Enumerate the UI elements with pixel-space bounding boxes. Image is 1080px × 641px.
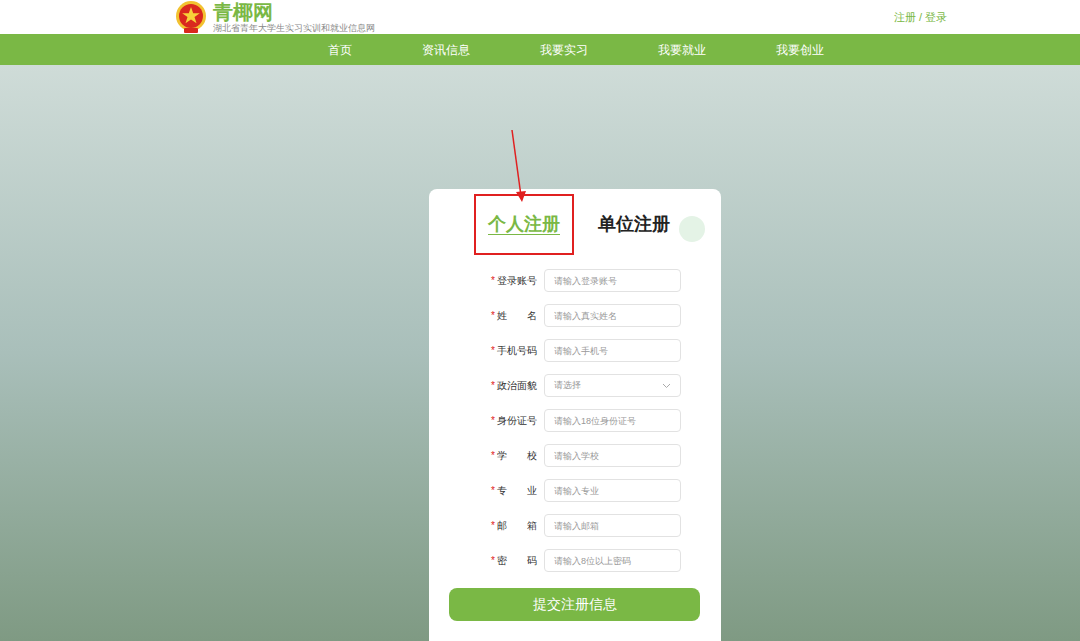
form-row: *政治面貌请选择 [429, 374, 721, 397]
form-row: *学 校 [429, 444, 721, 467]
field-select[interactable]: 请选择 [544, 374, 681, 397]
chevron-down-icon [662, 383, 671, 389]
register-tabs: 个人注册单位注册 [429, 189, 721, 255]
page: 青椰网湖北省青年大学生实习实训和就业信息网 注册 / 登录首页 资讯信息 我要实习 我要… [0, 0, 1080, 641]
register-form: *登录账号 *姓 名 *手机号码 *政治面貌请选择 *身份证号 *学 校 *专 业 *邮 箱 *… [429, 269, 721, 572]
field-label: *学 校 [429, 448, 537, 463]
field-label: *手机号码 [429, 343, 537, 358]
submit-button[interactable]: 提交注册信息 [449, 588, 700, 621]
form-row: *姓 名 [429, 304, 721, 327]
nav-item[interactable]: 资讯信息 [422, 41, 470, 59]
field-input[interactable] [544, 269, 681, 292]
nav-item[interactable]: 我要创业 [776, 41, 824, 59]
main-nav: 首页 资讯信息 我要实习 我要就业 我要创业 [0, 34, 1080, 65]
field-input[interactable] [544, 479, 681, 502]
site-logo[interactable]: 青椰网湖北省青年大学生实习实训和就业信息网 [175, 0, 375, 34]
field-label: *身份证号 [429, 413, 537, 428]
field-label: *专 业 [429, 483, 537, 498]
form-row: *邮 箱 [429, 514, 721, 537]
field-label: *政治面貌 [429, 378, 537, 393]
site-subtitle: 湖北省青年大学生实习实训和就业信息网 [213, 23, 375, 34]
field-label: *邮 箱 [429, 518, 537, 533]
field-input[interactable] [544, 549, 681, 572]
field-input[interactable] [544, 444, 681, 467]
field-input[interactable] [544, 514, 681, 537]
register-tab[interactable]: 单位注册 [584, 194, 684, 255]
register-tab[interactable]: 个人注册 [474, 194, 574, 255]
hero: 个人注册单位注册*登录账号*姓 名*手机号码*政治面貌请选择*身份证号*学 校*… [0, 65, 1080, 641]
nav-item[interactable]: 首页 [328, 41, 352, 59]
field-label: *密 码 [429, 553, 537, 568]
field-label: *登录账号 [429, 273, 537, 288]
auth-links[interactable]: 注册 / 登录 [894, 9, 947, 26]
form-row: *身份证号 [429, 409, 721, 432]
field-input[interactable] [544, 409, 681, 432]
nav-item[interactable]: 我要就业 [658, 41, 706, 59]
league-emblem-icon [175, 0, 207, 34]
annotation-arrow-icon [0, 0, 1080, 641]
form-row: *专 业 [429, 479, 721, 502]
decor-circle [679, 216, 705, 242]
form-row: *手机号码 [429, 339, 721, 362]
form-row: *密 码 [429, 549, 721, 572]
field-input[interactable] [544, 304, 681, 327]
site-name: 青椰网 [213, 1, 375, 23]
form-row: *登录账号 [429, 269, 721, 292]
header: 青椰网湖北省青年大学生实习实训和就业信息网 注册 / 登录 [0, 0, 1080, 34]
nav-item[interactable]: 我要实习 [540, 41, 588, 59]
field-input[interactable] [544, 339, 681, 362]
register-card: 个人注册单位注册*登录账号*姓 名*手机号码*政治面貌请选择*身份证号*学 校*… [429, 189, 721, 641]
field-label: *姓 名 [429, 308, 537, 323]
